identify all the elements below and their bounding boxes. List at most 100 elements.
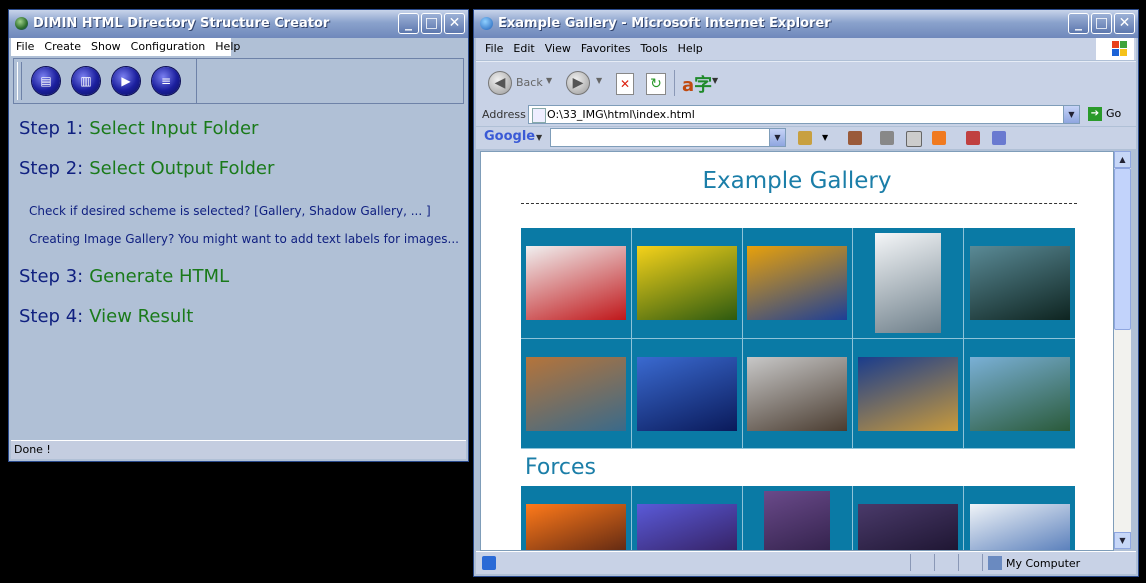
google-toolbar: Google ▼ ▼ ▼ (476, 127, 1136, 149)
ie-minimize-button[interactable]: _ (1068, 13, 1089, 34)
address-label: Address (482, 108, 526, 121)
dimin-titlebar[interactable]: DIMIN HTML Directory Structure Creator _… (9, 10, 468, 38)
generate-html-link[interactable]: Generate HTML (89, 266, 229, 287)
toolbar-grip[interactable] (17, 62, 22, 100)
maximize-button[interactable]: □ (421, 13, 442, 34)
menu-help[interactable]: Help (210, 38, 245, 56)
mountain-clouds-photo[interactable] (875, 233, 942, 333)
ie-menu-favorites[interactable]: Favorites (576, 38, 636, 60)
address-bar: Address O:\33_IMG\html\index.html ▼ ➔ Go (476, 104, 1136, 126)
output-folder-icon[interactable]: ▥ (72, 67, 100, 95)
address-dropdown-icon[interactable]: ▼ (1063, 106, 1079, 123)
ie-menu-view[interactable]: View (540, 38, 576, 60)
scroll-thumb[interactable] (1114, 168, 1131, 330)
menu-file[interactable]: File (11, 38, 39, 56)
autofill-icon[interactable] (906, 131, 922, 147)
ie-maximize-button[interactable]: □ (1091, 13, 1112, 34)
gallery-cell (632, 486, 743, 550)
ie-menu-file[interactable]: File (480, 38, 508, 60)
sunflower-photo[interactable] (747, 246, 848, 320)
status-divider (934, 554, 935, 571)
gallery-cell (631, 228, 743, 339)
ie-menubar: File Edit View Favorites Tools Help (476, 38, 1136, 60)
picture-icon[interactable] (966, 131, 980, 145)
dimin-window: DIMIN HTML Directory Structure Creator _… (8, 9, 469, 462)
my-computer-icon (988, 556, 1002, 570)
play-icon[interactable]: ▶ (112, 67, 140, 95)
search-dropdown-icon[interactable]: ▼ (822, 133, 828, 142)
forward-dropdown-icon[interactable]: ▼ (596, 76, 602, 85)
stop-icon[interactable]: ✕ (616, 73, 634, 95)
back-dropdown-icon[interactable]: ▼ (546, 76, 552, 85)
labels-hint[interactable]: Creating Image Gallery? You might want t… (29, 232, 459, 246)
tulips-photo[interactable] (636, 246, 737, 320)
web-page-content[interactable]: Example Gallery Forces (480, 151, 1114, 551)
lightning-photo-1[interactable] (764, 490, 831, 550)
forces-heading: Forces (525, 455, 596, 480)
popup-blocker-icon[interactable] (880, 131, 894, 145)
ie-close-button[interactable]: ✕ (1114, 13, 1135, 34)
lava-photo[interactable] (525, 503, 626, 550)
forces-gallery-grid (521, 486, 1075, 550)
minimize-button[interactable]: _ (398, 13, 419, 34)
open-folder-icon[interactable]: ▤ (32, 67, 60, 95)
scroll-up-icon[interactable]: ▲ (1114, 151, 1131, 168)
step-3: Step 3: Generate HTML (19, 266, 229, 287)
vertical-scrollbar[interactable]: ▲ ▼ (1114, 151, 1131, 549)
canyon-river-photo[interactable] (525, 356, 626, 431)
address-input[interactable]: O:\33_IMG\html\index.html ▼ (528, 105, 1080, 124)
half-dome-photo[interactable] (747, 356, 848, 431)
menu-show[interactable]: Show (86, 38, 126, 56)
clouds-photo[interactable] (969, 503, 1070, 550)
toolbar-separator (196, 59, 197, 103)
view-result-link[interactable]: View Result (89, 306, 193, 327)
gallery-cell (853, 228, 965, 339)
page-title: Example Gallery (702, 168, 892, 194)
google-search-input[interactable]: ▼ (550, 128, 786, 147)
select-input-folder-link[interactable]: Select Input Folder (89, 118, 258, 139)
waterfall-rainbow-photo[interactable] (969, 356, 1070, 431)
google-search-dropdown-icon[interactable]: ▼ (769, 129, 785, 146)
google-dropdown-icon[interactable]: ▼ (536, 133, 542, 142)
ie-window: Example Gallery - Microsoft Internet Exp… (473, 9, 1139, 577)
refresh-icon[interactable]: ↻ (646, 73, 666, 95)
gallery-grid (521, 228, 1075, 449)
back-arrow-icon[interactable]: ◀ (488, 71, 512, 95)
ie-menu-edit[interactable]: Edit (508, 38, 539, 60)
menu-configuration[interactable]: Configuration (126, 38, 211, 56)
scroll-down-icon[interactable]: ▼ (1114, 532, 1131, 549)
dimin-window-title: DIMIN HTML Directory Structure Creator (33, 16, 330, 31)
go-button[interactable]: ➔ Go (1088, 107, 1121, 121)
back-button-label[interactable]: Back (516, 76, 543, 89)
forest-photo[interactable] (969, 246, 1070, 320)
pagerank-icon[interactable] (848, 131, 862, 145)
ie-menu-help[interactable]: Help (673, 38, 708, 60)
status-divider (958, 554, 959, 571)
highlight-icon[interactable] (992, 131, 1006, 145)
select-output-folder-link[interactable]: Select Output Folder (89, 158, 274, 179)
page-icon (532, 108, 546, 123)
rose-photo[interactable] (525, 246, 626, 320)
google-logo[interactable]: Google (484, 129, 535, 144)
gallery-cell (521, 228, 632, 339)
translate-icon[interactable]: a字 (682, 71, 712, 97)
scheme-hint[interactable]: Check if desired scheme is selected? [Ga… (29, 204, 431, 218)
gallery-cell (853, 339, 965, 449)
zone-label: My Computer (1006, 557, 1081, 570)
step-4: Step 4: View Result (19, 306, 193, 327)
gallery-cell (964, 228, 1075, 339)
search-web-icon[interactable] (798, 131, 812, 145)
menu-create[interactable]: Create (39, 38, 86, 56)
ie-titlebar[interactable]: Example Gallery - Microsoft Internet Exp… (474, 10, 1138, 38)
translate-dropdown-icon[interactable]: ▼ (712, 76, 718, 85)
close-button[interactable]: ✕ (444, 13, 465, 34)
ie-menu-tools[interactable]: Tools (636, 38, 673, 60)
blogger-icon[interactable] (932, 131, 946, 145)
generate-icon[interactable]: ≡ (152, 67, 180, 95)
storm-sky-photo[interactable] (636, 503, 737, 550)
lightning-field-photo[interactable] (858, 356, 959, 431)
gallery-cell (742, 228, 854, 339)
forward-arrow-icon[interactable]: ▶ (566, 71, 590, 95)
snow-village-photo[interactable] (636, 356, 737, 431)
lightning-photo-2[interactable] (858, 503, 959, 550)
